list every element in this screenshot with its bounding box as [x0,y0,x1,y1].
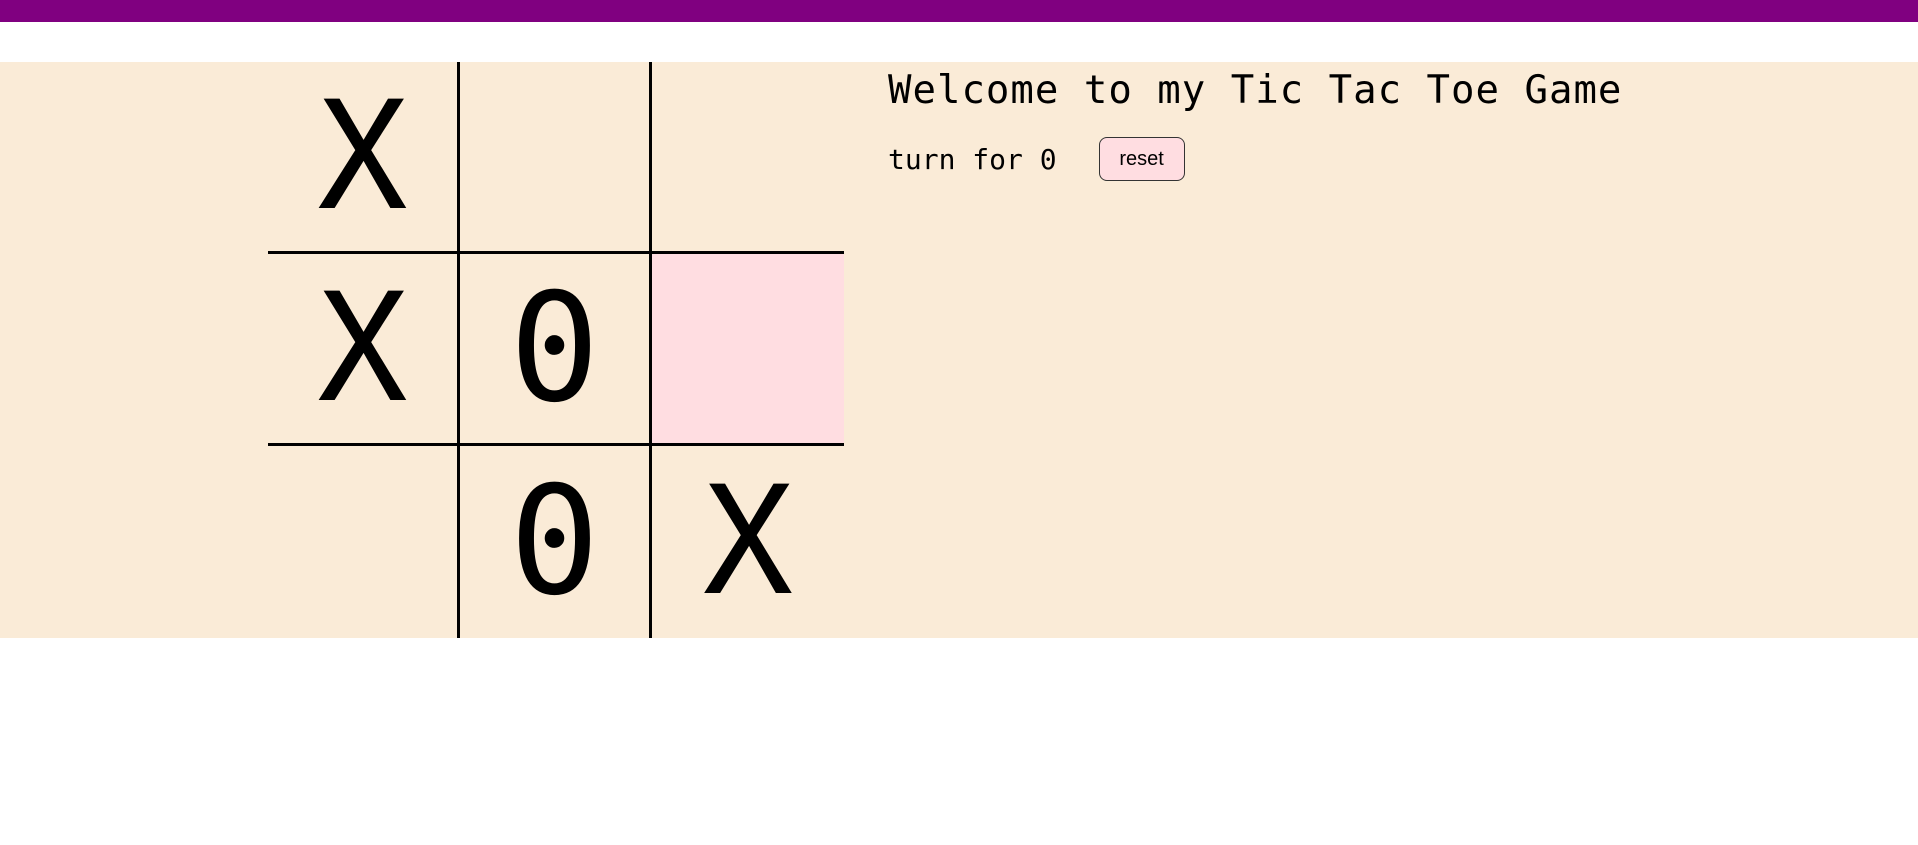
game-area: X X 0 0 X Welcome to my Tic Tac Toe Game… [0,62,1918,638]
reset-button[interactable]: reset [1098,137,1185,181]
board-cell-r3-c3[interactable]: X [652,446,844,638]
board-cell-r1-c2[interactable] [460,62,652,254]
board-cell-r3-c2[interactable]: 0 [460,446,652,638]
board-cell-r2-c3[interactable] [652,254,844,446]
board-cell-r1-c3[interactable] [652,62,844,254]
board-cell-r1-c1[interactable]: X [268,62,460,254]
board-cell-r2-c1[interactable]: X [268,254,460,446]
info-panel: Welcome to my Tic Tac Toe Game turn for … [888,62,1788,181]
status-row: turn for 0 reset [888,137,1788,181]
game-board: X X 0 0 X [268,62,844,638]
top-bar [0,0,1918,22]
board-cell-r3-c1[interactable] [268,446,460,638]
board-cell-r2-c2[interactable]: 0 [460,254,652,446]
page-title: Welcome to my Tic Tac Toe Game [888,68,1623,113]
turn-indicator: turn for 0 [888,142,1057,176]
